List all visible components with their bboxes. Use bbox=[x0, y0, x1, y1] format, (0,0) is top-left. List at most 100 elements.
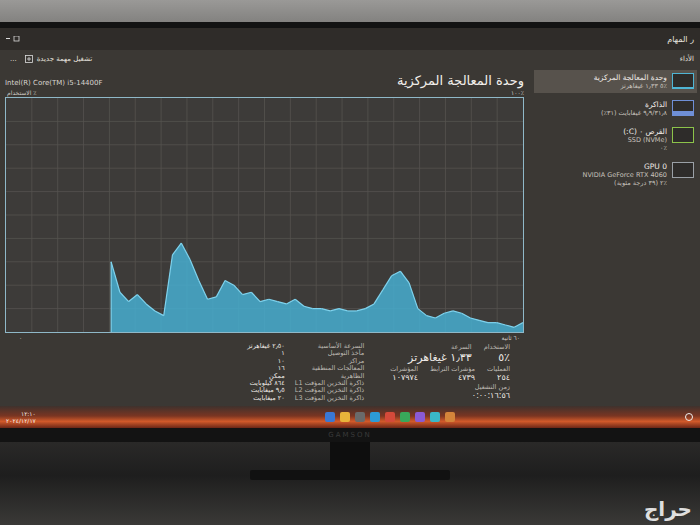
header: Intel(R) Core(TM) i5-14400F وحدة المعالجة… bbox=[5, 68, 528, 88]
usage-point bbox=[172, 243, 181, 255]
usage-area bbox=[111, 243, 523, 332]
processor-name: Intel(R) Core(TM) i5-14400F bbox=[5, 79, 102, 88]
monitor: ر المهام...تشغيل مهمة جديدةالأداءIntel(R… bbox=[0, 22, 700, 442]
usage-thumbnail-fill bbox=[673, 87, 693, 88]
stats-row: الاستخدام٪٥ السرعة١٫٣٣ غيغاهرتز bbox=[390, 343, 510, 364]
stat-label: مؤشرات الترابط bbox=[430, 365, 475, 373]
specs: السرعة الأساسية٢٫٥٠ غيغاهرتزمآخذ التوصيل… bbox=[247, 343, 364, 406]
window-controls-icon bbox=[6, 36, 20, 42]
sidebar-item-detail: ٪٥ ١٫٣٣ غيغاهرتز bbox=[594, 82, 667, 90]
usage-point bbox=[339, 309, 348, 311]
usage-point bbox=[357, 309, 366, 311]
app-icon[interactable] bbox=[415, 412, 425, 422]
clock[interactable]: ١٢:١٠٢٠٢٤/١٢/١٧ bbox=[6, 410, 36, 424]
usage-thumbnail bbox=[672, 127, 694, 143]
sidebar-item-extra: ٪٠ bbox=[623, 144, 667, 152]
sidebar-item-detail: ٩٫٩/٣١٫٨ غيغابايت (٣١٪) bbox=[601, 109, 667, 117]
usage-point bbox=[199, 281, 208, 300]
monitor-bezel: GAMSON bbox=[0, 428, 700, 442]
app-icon[interactable] bbox=[385, 412, 395, 422]
spec-label: مآخذ التوصيل bbox=[295, 350, 364, 357]
usage-thumbnail-fill bbox=[673, 177, 693, 178]
usage-point bbox=[251, 292, 260, 301]
panel-title: وحدة المعالجة المركزية bbox=[397, 73, 524, 88]
usage-point bbox=[225, 281, 234, 286]
usage-point bbox=[374, 290, 383, 304]
usage-point bbox=[295, 299, 304, 306]
spec-label: ذاكرة التخزين المؤقت L3 bbox=[295, 395, 364, 402]
stat-label: المؤشرات bbox=[390, 365, 418, 373]
stats-row: العمليات٢٥٤ مؤشرات الترابط٤٧٣٩ المؤشرات١٠٧… bbox=[390, 365, 510, 382]
watermark: حراج bbox=[644, 497, 692, 521]
usage-point bbox=[514, 323, 523, 328]
stat-value: ١٠٧٩٧٤ bbox=[390, 373, 418, 382]
app-icon[interactable] bbox=[340, 412, 350, 422]
stat: المؤشرات١٠٧٩٧٤ bbox=[390, 365, 418, 382]
stat-value: ٠:٠٠:١٦:٥٦ bbox=[472, 391, 510, 400]
app-icon[interactable] bbox=[325, 412, 335, 422]
usage-point bbox=[304, 306, 313, 308]
axis-top: الاستخدام ٪١٠٠٪ bbox=[5, 88, 528, 97]
sidebar-item[interactable]: الذاكرة٩٫٩/٣١٫٨ غيغابايت (٣١٪) bbox=[534, 97, 697, 120]
usage-point bbox=[365, 304, 374, 309]
usage-point bbox=[427, 316, 436, 318]
usage-point bbox=[453, 311, 462, 313]
section-title: الأداء bbox=[680, 55, 694, 63]
usage-point bbox=[278, 302, 287, 304]
widgets-icon[interactable] bbox=[684, 412, 694, 422]
spec-label: ذاكرة التخزين المؤقت L1 bbox=[295, 380, 364, 387]
sidebar-item-text: القرص ٠ (C:)SSD (NVMe)٪٠ bbox=[623, 127, 667, 152]
app-icon[interactable] bbox=[430, 412, 440, 422]
app-icon[interactable] bbox=[355, 412, 365, 422]
task-manager-window: ر المهام...تشغيل مهمة جديدةالأداءIntel(R… bbox=[0, 28, 700, 428]
usage-point bbox=[164, 255, 173, 316]
sidebar-item[interactable]: GPU 0NVIDIA GeForce RTX 4060٪٢ (٣٩ درجة … bbox=[534, 159, 697, 190]
stat-label: زمن التشغيل bbox=[472, 383, 510, 391]
cpu-panel: Intel(R) Core(TM) i5-14400F وحدة المعالجة… bbox=[0, 68, 528, 406]
spec-value: ممكن bbox=[247, 373, 285, 380]
spec-label: الظاهرية bbox=[295, 373, 364, 380]
usage-point bbox=[383, 276, 392, 290]
desk: حراج bbox=[0, 442, 700, 525]
stat: الاستخدام٪٥ bbox=[484, 343, 510, 364]
usage-point bbox=[348, 310, 357, 311]
usage-point bbox=[462, 313, 471, 318]
stat-value: ٢٥٤ bbox=[487, 373, 510, 382]
app-icon[interactable] bbox=[400, 412, 410, 422]
sidebar-item-text: GPU 0NVIDIA GeForce RTX 4060٪٢ (٣٩ درجة … bbox=[583, 162, 667, 187]
x-axis-end: ٠ bbox=[19, 333, 22, 343]
stat: العمليات٢٥٤ bbox=[487, 365, 510, 382]
new-task-label: تشغيل مهمة جديدة bbox=[37, 55, 93, 63]
new-task-button[interactable]: تشغيل مهمة جديدة bbox=[21, 54, 97, 64]
sidebar-item[interactable]: القرص ٠ (C:)SSD (NVMe)٪٠ bbox=[534, 124, 697, 155]
usage-point bbox=[269, 299, 278, 301]
clock-date: ٢٠٢٤/١٢/١٧ bbox=[6, 417, 36, 424]
new-task-icon bbox=[25, 55, 33, 63]
sidebar-item-name: القرص ٠ (C:) bbox=[623, 127, 667, 136]
content: Intel(R) Core(TM) i5-14400F وحدة المعالجة… bbox=[0, 68, 700, 406]
spec-value: ١٠ bbox=[247, 358, 285, 365]
usage-point bbox=[470, 318, 479, 320]
usage-point bbox=[418, 309, 427, 316]
sidebar-item-detail: SSD (NVMe) bbox=[623, 136, 667, 144]
spec-value: ٢٠ ميغابايت bbox=[247, 395, 285, 402]
wall bbox=[0, 0, 700, 22]
usage-point bbox=[155, 311, 164, 316]
spec-label: المعالجات المنطقية bbox=[295, 365, 364, 372]
clock-time: ١٢:١٠ bbox=[6, 410, 36, 417]
app-icon[interactable] bbox=[370, 412, 380, 422]
sidebar-item[interactable]: وحدة المعالجة المركزية٪٥ ١٫٣٣ غيغاهرتز bbox=[534, 70, 697, 93]
usage-point bbox=[392, 271, 401, 276]
more-button[interactable]: ... bbox=[10, 55, 17, 63]
usage-thumbnail-fill bbox=[673, 111, 693, 115]
app-icon[interactable] bbox=[445, 412, 455, 422]
stat: مؤشرات الترابط٤٧٣٩ bbox=[430, 365, 475, 382]
stat-value: ٪٥ bbox=[484, 351, 510, 364]
stat: السرعة١٫٣٣ غيغاهرتز bbox=[408, 343, 472, 364]
toolbar: ... تشغيل مهمة جديدة الأداء bbox=[0, 50, 700, 68]
usage-point bbox=[137, 295, 146, 304]
spec-value: ٩٫٥ ميغابايت bbox=[247, 387, 285, 394]
window-controls[interactable] bbox=[6, 34, 20, 44]
sidebar-item-extra: ٪٢ (٣٩ درجة مئوية) bbox=[583, 179, 667, 187]
sidebar-item-text: وحدة المعالجة المركزية٪٥ ١٫٣٣ غيغاهرتز bbox=[594, 73, 667, 90]
